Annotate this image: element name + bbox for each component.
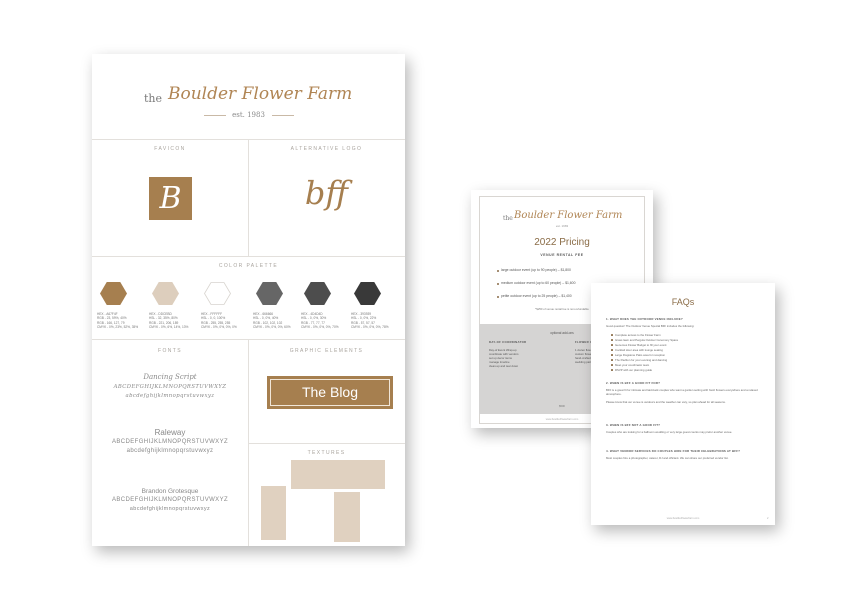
divider-line (272, 115, 294, 116)
faq-question: 2. WHEN IS BFF A GOOD FIT FOR? (606, 381, 661, 385)
bullet-icon (497, 283, 499, 285)
blog-graphic: The Blog (267, 376, 393, 409)
brand-name: Boulder Flower Farm (514, 210, 623, 221)
font-sample-lower: abcdefghijklmnopqrstuvwxyz (126, 448, 214, 454)
font-sample-lower: abcdefghijklmnopqrstuvwxyz (129, 506, 211, 512)
faq-list-item: Large Flagstone Patio area for reception (615, 353, 666, 357)
bullet-icon (611, 339, 613, 341)
faq-list-item: Generous Flower Budget to fill your even… (615, 343, 667, 347)
favicon-logo: B (149, 177, 192, 220)
divider-line (92, 256, 405, 257)
bullet-icon (611, 359, 613, 361)
faq-answer: Couples who are looking for a ballroom w… (606, 430, 733, 434)
brand-est: est. 1983 (232, 111, 265, 119)
bullet-icon (611, 369, 613, 371)
faq-list-item: RSVP with our planning guide (615, 368, 653, 372)
pricing-item: large outdoor event (up to 90 people) – … (501, 268, 571, 272)
font-name-brandon-grotesque: Brandon Grotesque (141, 488, 199, 495)
color-value-line: CMYK - 0%, 0%, 0%, 0% (201, 324, 237, 329)
faq-answer: Most couples hire a photographer, catere… (606, 456, 729, 460)
color-swatch (256, 282, 283, 305)
website-url: www.boulderflowerfarm.com (666, 517, 700, 520)
faq-question: 4. WHAT VENDOR SERVICES DO COUPLES HIRE … (606, 449, 741, 453)
color-swatch-values: HEX - 666666 HSL - 0, 0%, 40% RGB - 102, 1… (253, 312, 301, 329)
font-name-raleway: Raleway (154, 428, 186, 437)
faq-title: FAQs (671, 297, 695, 307)
color-swatch (354, 282, 381, 305)
section-label-textures: TEXTURES (307, 450, 346, 456)
page-number: 2 (767, 517, 769, 520)
pricing-item: petite outdoor event (up to 25 people) –… (501, 294, 572, 298)
faq-list-item: The Pavilion for your evening and dancin… (615, 358, 668, 362)
faq-list-item: Grass lawn and Pergola Outdoor Ceremony … (615, 338, 679, 342)
bullet-icon (611, 344, 613, 346)
faq-answer: Good question! The Outdoor Venue Special… (606, 324, 695, 328)
brand-the: the (144, 92, 163, 105)
bullet-icon (611, 364, 613, 366)
color-swatch-values: HEX - 393939 HSL - 0, 0%, 22% RGB - 57, 57… (351, 312, 399, 329)
faq-question: 1. WHAT DOES THE OUTDOOR VENUE INCLUDE? (606, 317, 683, 321)
bullet-icon (611, 354, 613, 356)
color-value-line: CMYK - 0%, 0%, 0%, 70% (301, 324, 339, 329)
faq-question: 3. WHEN IS BFF NOT A GOOD FIT? (606, 423, 661, 427)
faq-answer: BFF is a great fit for intimate and laid… (606, 388, 758, 396)
pricing-item: medium outdoor event (up to 60 people) –… (501, 281, 576, 285)
color-value-line: CMYK - 0%, 0%, 0%, 60% (253, 324, 291, 329)
texture-swatch (261, 486, 286, 540)
faq-sheet: FAQs 1. WHAT DOES THE OUTDOOR VENUE INCL… (591, 283, 775, 525)
color-value-line: CMYK - 0%, 6%, 14%, 13% (149, 324, 189, 329)
addon-heading: DAY-OF COORDINATOR (489, 340, 527, 344)
brand-header: the Boulder Flower Farm est. 1983 (92, 54, 405, 140)
color-swatch-values: HEX - DDCEBD HSL - 32, 35%, 80% RGB - 221,… (149, 312, 197, 329)
color-value-line: CMYK - 0%, 23%, 52%, 35% (97, 324, 139, 329)
color-value-line: CMYK - 0%, 0%, 0%, 78% (351, 324, 389, 329)
bullet-icon (497, 296, 499, 298)
bullet-icon (611, 349, 613, 351)
font-name-dancing-script: Dancing Script (143, 373, 197, 381)
pricing-subtitle: VENUE RENTAL FEE (540, 253, 584, 257)
section-label-palette: COLOR PALETTE (218, 263, 279, 269)
brand-the: the (503, 215, 513, 222)
faq-answer: Please know that our venue is outdoors a… (606, 400, 726, 404)
addon-line: clean-up and tear down (489, 364, 519, 368)
font-sample-upper: ABCDEFGHIJKLMNOPQRSTUVWXYZ (111, 497, 229, 503)
color-swatch-values: HEX - 4D4D4D HSL - 0, 0%, 30% RGB - 77, 77… (301, 312, 349, 329)
section-label-fonts: FONTS (158, 348, 182, 354)
color-swatch (204, 282, 231, 305)
faq-list-item: Cocktail Hour area with lounge seating (615, 348, 663, 352)
color-swatch-values: HEX - FFFFFF HSL - 0, 0, 100% RGB - 255, 2… (201, 312, 249, 329)
color-swatch (304, 282, 331, 305)
divider-line (248, 443, 405, 444)
texture-swatch (291, 460, 385, 489)
bullet-icon (497, 270, 499, 272)
pricing-title: 2022 Pricing (534, 237, 590, 248)
section-label-favicon: FAVICON (154, 146, 186, 152)
brand-board-sheet: the Boulder Flower Farm est. 1983 FAVICO… (92, 54, 405, 546)
brand-name: Boulder Flower Farm (168, 84, 353, 104)
addon-column: DAY-OF COORDINATOR Day-of Event Wrap-up … (489, 340, 567, 368)
font-sample-lower: abcdefghijklmnopqrstuvwxyz (125, 393, 215, 399)
font-sample-upper: ABCDEFGHIJKLMNOPQRSTUVWXYZ (113, 384, 227, 390)
font-sample-upper: ABCDEFGHIJKLMNOPQRSTUVWXYZ (111, 439, 229, 445)
color-swatch-values: HEX - A67F4F RGB - 23, 59%, 40% RGB - 166,… (97, 312, 145, 329)
texture-swatch (334, 492, 360, 542)
alternative-logo: bff (304, 174, 349, 212)
color-swatch (100, 282, 127, 305)
blog-label: The Blog (270, 379, 390, 406)
section-label-alt-logo: ALTERNATIVE LOGO (290, 146, 363, 152)
faq-list-item: Complete access to the Flower Farm (615, 333, 661, 337)
faq-list-item: Meet your coordinator team (615, 363, 650, 367)
section-label-graphic-elements: GRAPHIC ELEMENTS (289, 348, 364, 354)
brand-est: est. 1983 (555, 224, 569, 228)
bullet-icon (611, 334, 613, 336)
color-swatch (152, 282, 179, 305)
